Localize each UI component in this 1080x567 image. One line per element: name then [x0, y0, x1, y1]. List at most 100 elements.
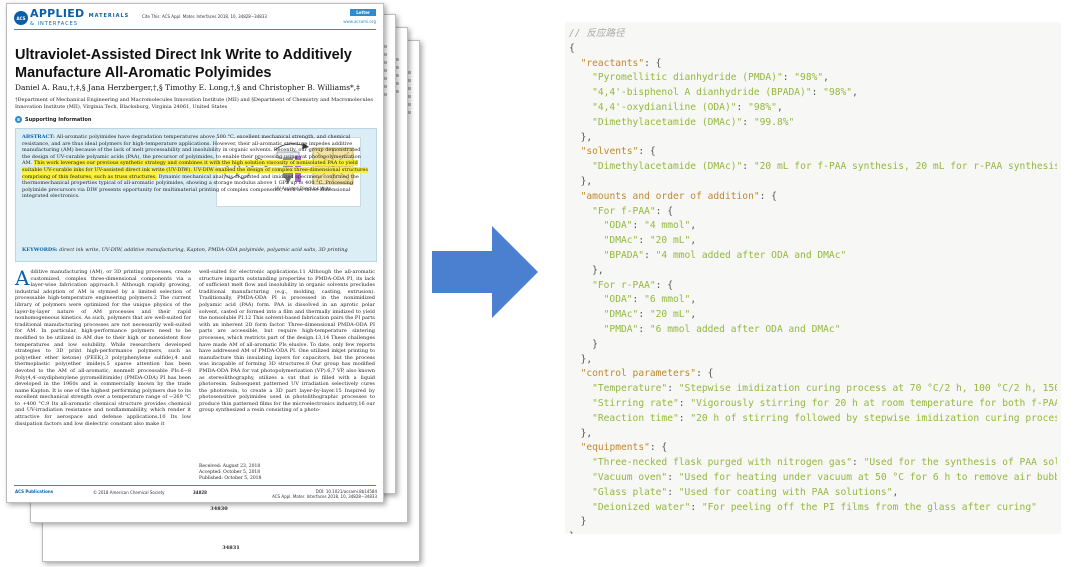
code-line: "DMAc": "20 mL", [569, 308, 1057, 323]
supporting-info-label: Supporting Information [25, 116, 92, 123]
json-punctuation [569, 250, 604, 261]
json-punctuation: , [852, 87, 858, 99]
json-string: "Stepwise imidization curing process at … [678, 383, 1057, 395]
json-punctuation [569, 413, 592, 424]
json-punctuation: : { [759, 190, 777, 202]
json-punctuation [569, 294, 604, 305]
json-punctuation: }, [580, 427, 593, 439]
json-string: "ODA" [603, 294, 633, 306]
code-line: }, [569, 427, 1057, 442]
page-number: 34831 [222, 545, 240, 551]
json-punctuation: : { [644, 57, 662, 69]
json-punctuation [569, 117, 592, 128]
json-punctuation: } [580, 516, 587, 528]
json-string: "ODA" [603, 220, 633, 232]
json-string: "Three-necked flask purged with nitrogen… [592, 457, 853, 469]
acs-logo-icon: ACS [14, 11, 28, 25]
json-string: "Used for the synthesis of PAA soluti [863, 457, 1057, 469]
code-line: "Dimethylacetamide (DMAc)": "20 mL for f… [569, 160, 1057, 175]
json-punctuation: : { [655, 279, 673, 291]
doi-line-2: ACS Appl. Mater. Interfaces 2018, 10, 34… [272, 494, 377, 499]
json-punctuation: , [690, 294, 697, 306]
json-punctuation: : [782, 72, 795, 84]
json-punctuation: : [742, 161, 754, 173]
json-string: "Deionized water" [592, 501, 691, 513]
json-punctuation [569, 472, 592, 483]
json-punctuation [569, 235, 604, 246]
code-line: } [569, 338, 1057, 353]
code-line: }, [569, 131, 1057, 146]
abstract-text: ABSTRACT: All-aromatic polyimides have d… [22, 134, 370, 200]
code-line: // 反应路径 [569, 27, 1057, 42]
json-punctuation [569, 87, 592, 98]
json-string: "20 h of stirring followed by stepwise i… [690, 412, 1057, 424]
journal-site-link[interactable]: www.acsami.org [343, 19, 376, 24]
json-string: "Pyromellitic dianhydride (PMDA)" [592, 72, 783, 84]
received-dates: Received: August 23, 2018 Accepted: Octo… [199, 464, 261, 482]
json-string: "DMAc" [603, 235, 639, 247]
json-string: "For f-PAA" [592, 205, 656, 217]
json-punctuation: : { [655, 205, 673, 217]
json-punctuation: : [644, 249, 656, 261]
code-lines: // 反应路径 { "reactants": { "Pyromellitic di… [569, 27, 1057, 534]
json-string: "4,4'-bisphenol A dianhydride (BPADA)" [592, 87, 812, 99]
code-line: "PMDA": "6 mmol added after ODA and DMAc… [569, 323, 1057, 338]
code-line: } [569, 530, 1057, 534]
code-line: "4,4'-bisphenol A dianhydride (BPADA)": … [569, 86, 1057, 101]
json-punctuation [569, 58, 581, 69]
json-string: "For r-PAA" [592, 279, 656, 291]
info-icon: s [15, 116, 22, 123]
code-line: "solvents": { [569, 145, 1057, 160]
json-punctuation: : [742, 116, 754, 128]
cite-line: Cite This: ACS Appl. Mater. Interfaces 2… [142, 14, 267, 19]
json-key: "solvents" [580, 146, 639, 158]
json-punctuation: : [678, 397, 691, 409]
code-line: }, [569, 264, 1057, 279]
json-string: "4 mmol" [644, 220, 691, 232]
doi: DOI: 10.1021/acsami.8b14584 ACS Appl. Ma… [272, 489, 377, 499]
json-punctuation [569, 220, 604, 231]
supporting-info-link[interactable]: s Supporting Information [15, 116, 91, 123]
json-punctuation: : { [649, 442, 668, 454]
json-string: "99.8%" [753, 116, 795, 128]
copyright: © 2018 American Chemical Society [93, 490, 165, 495]
json-punctuation [569, 516, 581, 527]
json-punctuation: : [852, 457, 864, 469]
json-string: "BPADA" [603, 249, 645, 261]
code-comment: // 反应路径 [569, 28, 625, 39]
code-line: "control parameters": { [569, 367, 1057, 382]
json-key: "control parameters" [580, 368, 697, 380]
keywords-heading: KEYWORDS: [22, 247, 58, 253]
abstract-heading: ABSTRACT: [22, 134, 55, 140]
body-column-right: well-suited for electronic applications.… [199, 269, 375, 414]
journal-logo: ACS APPLIED MATERIALS & INTERFACES [14, 7, 129, 27]
json-punctuation: , [776, 101, 783, 113]
json-string: "Vigorously stirring for 20 h at room te… [690, 397, 1057, 409]
keywords-list: direct ink write, UV-DIW, additive manuf… [59, 247, 348, 253]
published-date: Published: October 5, 2018 [199, 476, 262, 481]
json-punctuation [569, 502, 592, 513]
json-punctuation: : [667, 383, 679, 395]
json-punctuation: : [690, 501, 702, 513]
json-punctuation [569, 206, 592, 217]
code-line: "Stirring rate": "Vigorously stirring fo… [569, 397, 1057, 412]
json-punctuation: { [569, 42, 575, 54]
abstract-box: UV-Assisted Direct Ink Write ABSTRACT: A… [15, 128, 377, 262]
json-punctuation: : [638, 323, 650, 335]
json-string: "Used for heating under vacuum at 50 °C … [678, 471, 1057, 483]
json-punctuation [569, 398, 592, 409]
code-line: "reactants": { [569, 57, 1057, 72]
json-string: "DMAc" [603, 309, 639, 321]
json-punctuation: }, [592, 264, 604, 276]
json-punctuation [569, 176, 581, 187]
json-punctuation [569, 191, 581, 202]
json-punctuation: : [736, 101, 749, 113]
journal-name: APPLIED [30, 7, 85, 20]
code-line: "For f-PAA": { [569, 205, 1057, 220]
json-punctuation [569, 339, 592, 350]
code-line: { [569, 42, 1057, 57]
json-punctuation: }, [580, 353, 593, 365]
json-punctuation: : { [696, 368, 714, 380]
code-line: "4,4'-oxydianiline (ODA)": "98%", [569, 101, 1057, 116]
paper-front-page: ACS APPLIED MATERIALS & INTERFACES Cite … [6, 3, 384, 503]
